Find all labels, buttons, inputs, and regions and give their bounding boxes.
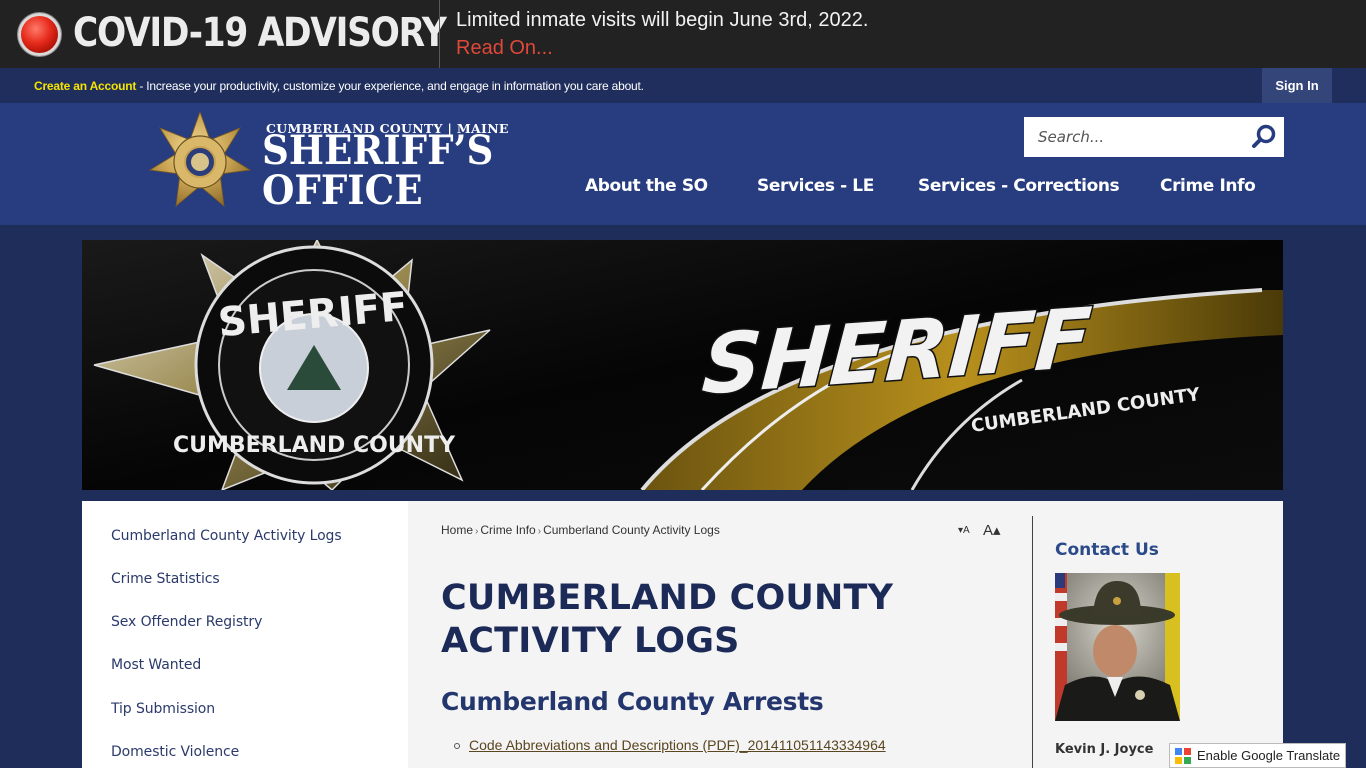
contact-us-heading: Contact Us	[1055, 540, 1159, 560]
section-title: Cumberland County Arrests	[441, 687, 824, 716]
sheriff-star-badge-icon	[148, 110, 252, 207]
advisory-read-on-link[interactable]: Read On...	[456, 37, 553, 60]
main-content: Home › Crime Info › Cumberland County Activi…	[408, 501, 1283, 768]
contact-name: Kevin J. Joyce	[1055, 742, 1154, 757]
breadcrumb-separator: ›	[537, 526, 542, 537]
account-promo: Create an Account - Increase your produc…	[34, 79, 644, 93]
sidebar-item-tip-submission[interactable]: Tip Submission	[111, 701, 215, 717]
advisory-message: Limited inmate visits will begin June 3r…	[456, 9, 869, 31]
google-translate-icon	[1175, 748, 1191, 764]
nav-crime-info[interactable]: Crime Info	[1160, 176, 1256, 196]
document-list: Code Abbreviations and Descriptions (PDF…	[454, 737, 886, 753]
sheriff-photo	[1055, 573, 1180, 721]
document-link[interactable]: Code Abbreviations and Descriptions (PDF…	[469, 737, 886, 753]
left-sidebar: Cumberland County Activity Logs Crime St…	[82, 501, 408, 768]
red-alert-dot-icon	[18, 13, 61, 56]
translate-label: Enable Google Translate	[1197, 748, 1341, 763]
breadcrumb-current: Cumberland County Activity Logs	[543, 523, 720, 537]
nav-about-the-so[interactable]: About the SO	[585, 176, 708, 196]
search-icon	[1252, 124, 1276, 148]
list-item: Code Abbreviations and Descriptions (PDF…	[454, 737, 886, 753]
nav-services-le[interactable]: Services - LE	[757, 176, 874, 196]
logo-sheriffs-line: SHERIFF’S	[262, 127, 494, 174]
breadcrumb-home[interactable]: Home	[441, 523, 473, 537]
sidebar-item-most-wanted[interactable]: Most Wanted	[111, 657, 201, 673]
breadcrumb: Home › Crime Info › Cumberland County Activi…	[441, 523, 720, 537]
sidebar-item-sex-offender-registry[interactable]: Sex Offender Registry	[111, 614, 262, 630]
logo-office-line: OFFICE	[262, 167, 423, 214]
search-button[interactable]	[1250, 123, 1278, 151]
site-header: CUMBERLAND COUNTY | MAINE SHERIFF’S OFFI…	[0, 103, 1366, 225]
bullet-icon	[454, 743, 460, 750]
google-translate-button[interactable]: Enable Google Translate	[1169, 743, 1346, 768]
breadcrumb-separator: ›	[475, 526, 479, 537]
hero-banner: SHERIFF CUMBERLAND COUNTY SHERIFF CUMBER…	[82, 240, 1283, 490]
account-bar: Create an Account - Increase your produc…	[0, 68, 1366, 103]
search-input[interactable]	[1024, 117, 1244, 157]
create-account-link[interactable]: Create an Account	[34, 79, 136, 93]
sign-in-button[interactable]: Sign In	[1262, 68, 1332, 103]
sidebar-item-crime-statistics[interactable]: Crime Statistics	[111, 571, 220, 587]
sidebar-item-domestic-violence[interactable]: Domestic Violence	[111, 744, 239, 760]
sheriff-portrait-image	[1055, 573, 1180, 721]
search-box	[1024, 117, 1284, 157]
breadcrumb-crime-info[interactable]: Crime Info	[480, 523, 535, 537]
advisory-title: COVID-19 ADVISORY	[73, 10, 447, 56]
covid-advisory-bar: COVID-19 ADVISORY Limited inmate visits …	[0, 0, 1366, 68]
banner-badge-county-text: CUMBERLAND COUNTY	[173, 433, 456, 458]
decrease-font-button[interactable]: ▾A	[958, 525, 970, 536]
increase-font-button[interactable]: A▴	[983, 521, 1001, 539]
banner-image: SHERIFF CUMBERLAND COUNTY SHERIFF CUMBER…	[82, 240, 1283, 490]
nav-services-corrections[interactable]: Services - Corrections	[918, 176, 1120, 196]
advisory-divider	[439, 0, 440, 68]
sidebar-item-activity-logs[interactable]: Cumberland County Activity Logs	[111, 528, 342, 544]
account-promo-text: - Increase your productivity, customize …	[136, 79, 644, 93]
page-title: CUMBERLAND COUNTY ACTIVITY LOGS	[441, 578, 894, 661]
column-divider	[1032, 516, 1033, 768]
